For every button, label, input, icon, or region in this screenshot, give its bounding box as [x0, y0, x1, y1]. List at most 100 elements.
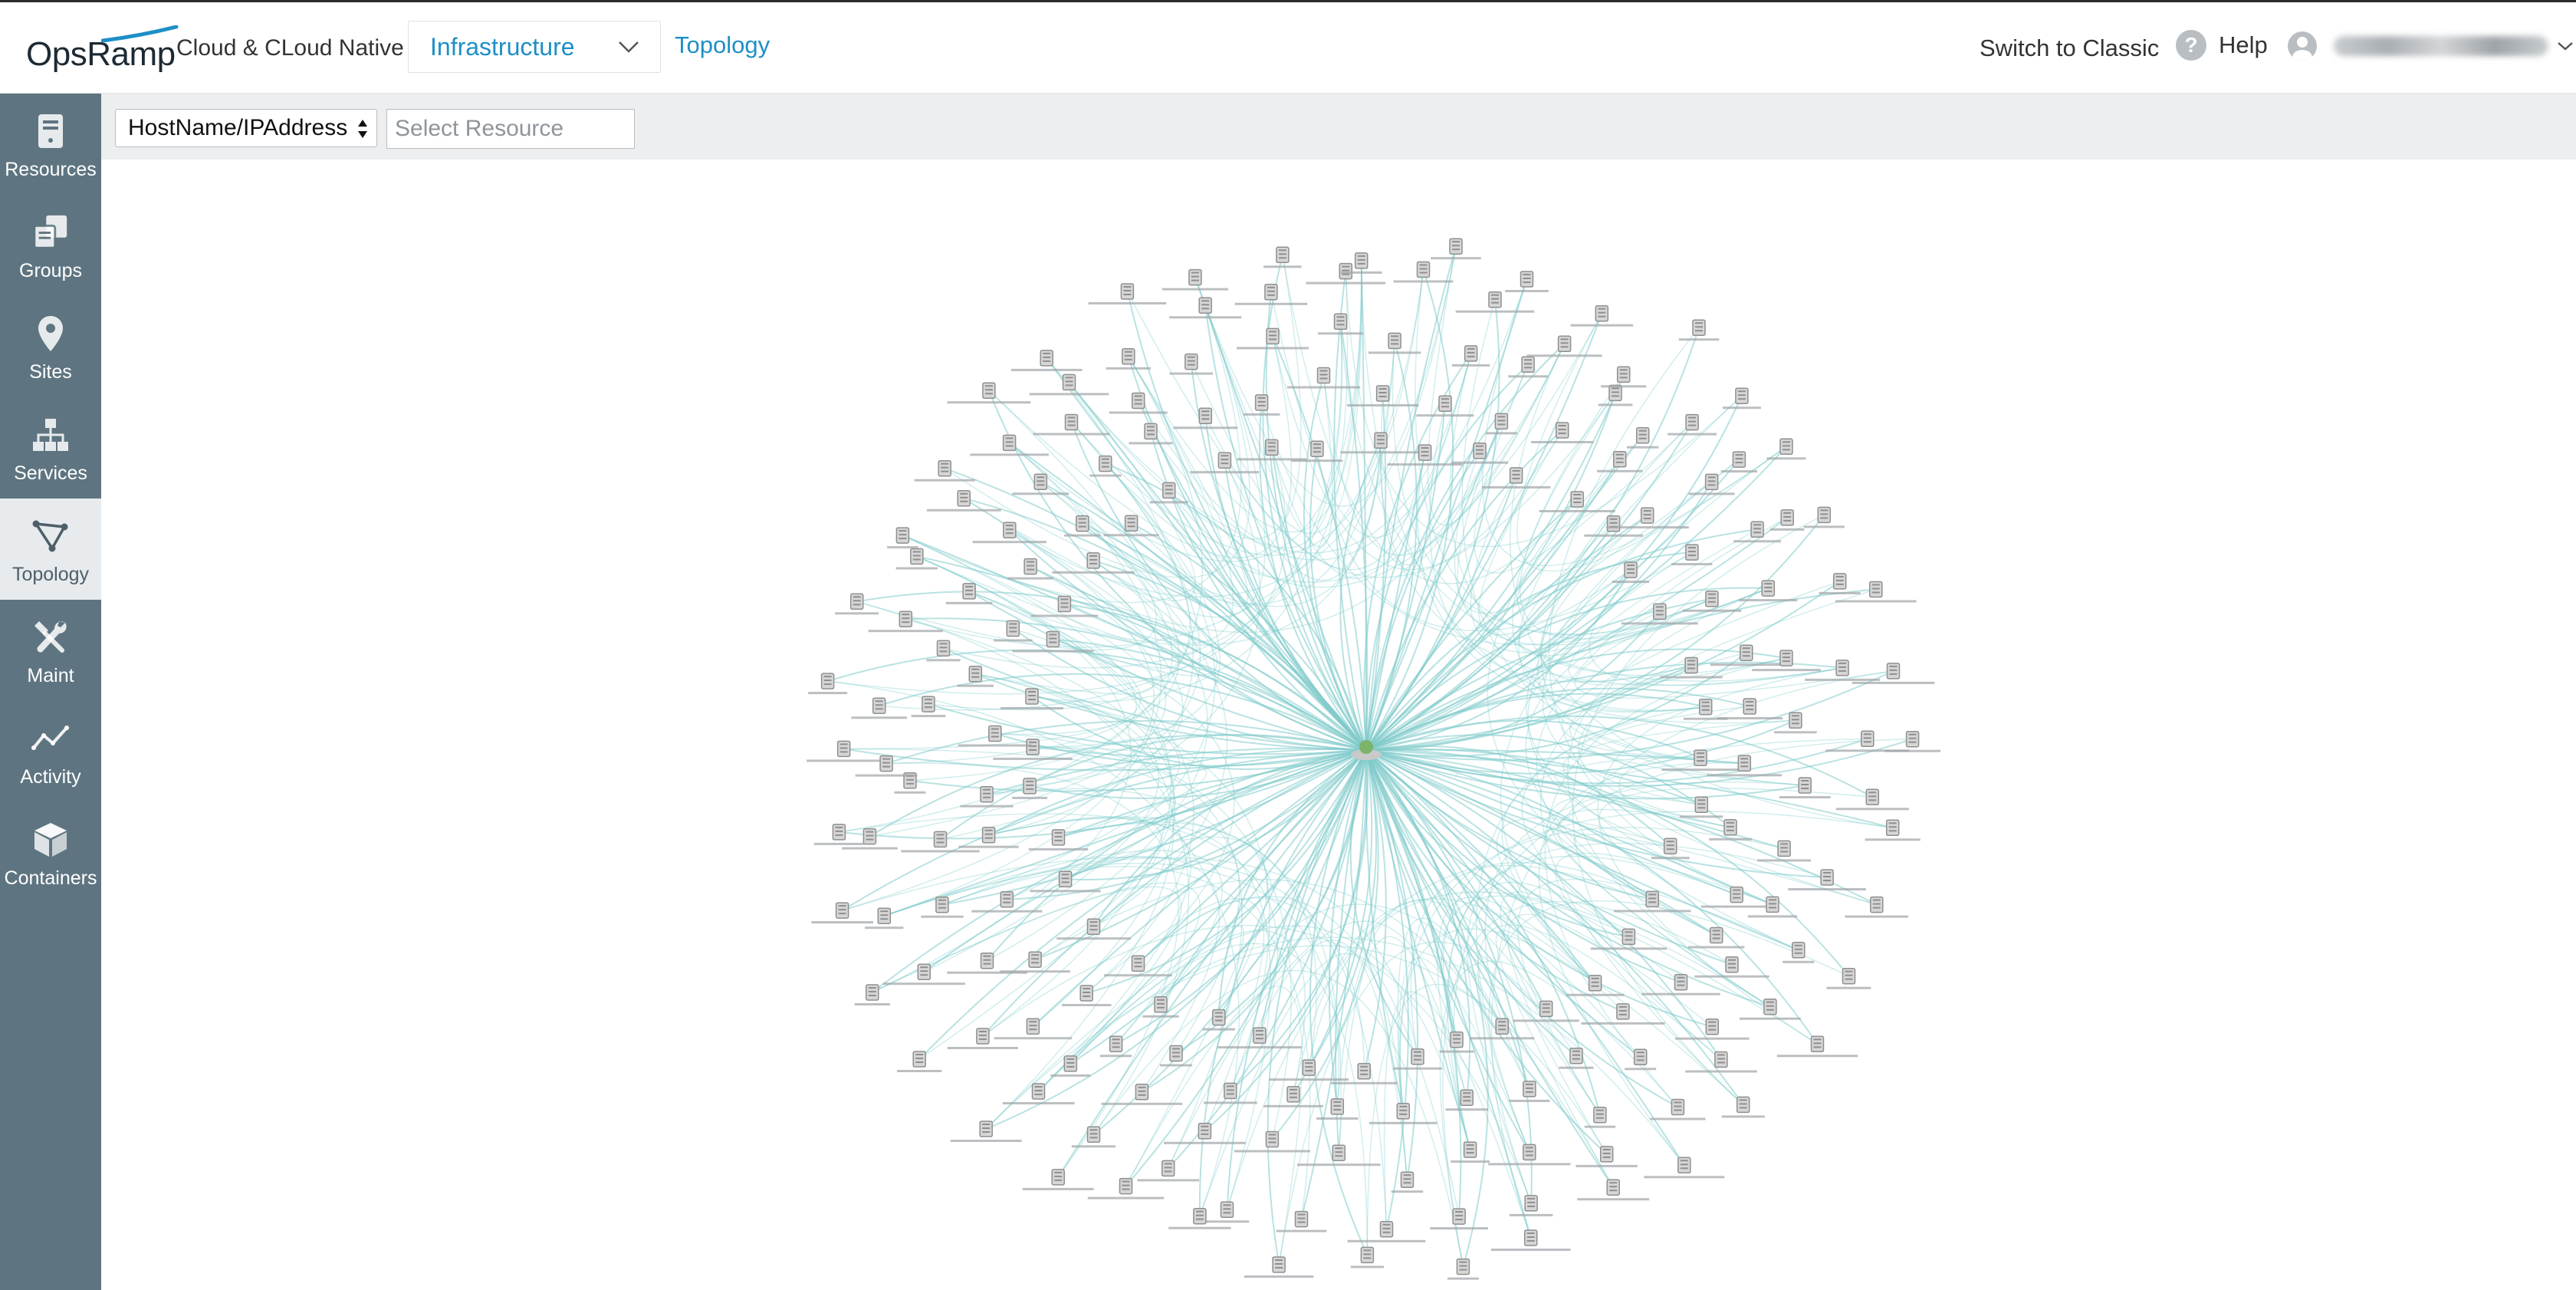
topology-server-node[interactable] — [1106, 348, 1151, 370]
topology-server-node[interactable] — [1393, 261, 1454, 283]
topology-server-node[interactable] — [1570, 304, 1634, 327]
topology-server-node[interactable] — [1598, 384, 1633, 406]
topology-server-node[interactable] — [1776, 1035, 1858, 1058]
search-attribute-select[interactable]: HostName/IPAddress — [115, 109, 377, 147]
topology-server-node[interactable] — [1680, 796, 1723, 818]
topology-server-node[interactable] — [1845, 896, 1909, 918]
topology-server-node[interactable] — [1721, 1096, 1765, 1118]
infrastructure-dropdown[interactable]: Infrastructure — [408, 21, 661, 73]
topology-server-node[interactable] — [1162, 268, 1228, 291]
help-button[interactable]: ? Help — [2176, 30, 2268, 61]
topology-server-node[interactable] — [1276, 1210, 1327, 1232]
topology-server-node[interactable] — [1202, 1009, 1235, 1031]
topology-server-node[interactable] — [1451, 345, 1490, 367]
topology-server-node[interactable] — [1350, 1246, 1385, 1269]
topology-server-node[interactable] — [1089, 455, 1122, 477]
topology-server-node[interactable] — [1509, 1195, 1553, 1216]
topology-server-node[interactable] — [813, 824, 865, 845]
topology-server-node[interactable] — [1700, 886, 1773, 908]
sidebar-item-maint[interactable]: Maint — [0, 600, 101, 701]
user-menu[interactable] — [2288, 31, 2574, 61]
topology-server-node[interactable] — [1236, 327, 1309, 350]
topology-server-node[interactable] — [1752, 650, 1821, 672]
topology-server-node[interactable] — [1010, 350, 1083, 371]
topology-server-node[interactable] — [811, 902, 873, 924]
topology-server-node[interactable] — [1169, 297, 1242, 319]
topology-server-node[interactable] — [1101, 1084, 1183, 1105]
topology-server-node[interactable] — [1650, 1098, 1706, 1121]
topology-server-node[interactable] — [897, 1051, 942, 1072]
topology-server-node[interactable] — [1416, 395, 1474, 417]
topology-server-node[interactable] — [1451, 442, 1508, 464]
topology-server-node[interactable] — [1029, 374, 1109, 396]
topology-server-node[interactable] — [1244, 1256, 1314, 1278]
topology-server-node[interactable] — [1030, 870, 1101, 893]
topology-server-node[interactable] — [1678, 319, 1720, 341]
topology-server-node[interactable] — [1644, 1157, 1725, 1179]
switch-to-classic-link[interactable]: Switch to Classic — [1980, 33, 2159, 64]
topology-server-node[interactable] — [1508, 356, 1548, 378]
topology-server-node[interactable] — [1577, 1179, 1650, 1201]
sidebar-item-activity[interactable]: Activity — [0, 701, 101, 802]
topology-server-node[interactable] — [1803, 506, 1845, 528]
topology-server-node[interactable] — [1770, 509, 1805, 531]
topology-server-node[interactable] — [1347, 1221, 1426, 1242]
topology-server-node[interactable] — [1625, 1048, 1657, 1071]
topology-server-node[interactable] — [1234, 284, 1308, 305]
topology-server-node[interactable] — [1088, 283, 1167, 304]
topology-server-node[interactable] — [1671, 544, 1713, 566]
topology-server-node[interactable] — [1566, 975, 1625, 996]
topology-server-node[interactable] — [901, 831, 980, 853]
topology-server-node[interactable] — [835, 593, 879, 615]
sidebar-item-sites[interactable]: Sites — [0, 296, 101, 397]
topology-server-node[interactable] — [1835, 788, 1909, 811]
topology-server-node[interactable] — [1576, 1146, 1638, 1167]
topology-nav-link[interactable]: Topology — [675, 30, 770, 61]
topology-server-node[interactable] — [1559, 1047, 1594, 1069]
topology-server-node[interactable] — [887, 527, 918, 549]
topology-server-node[interactable] — [1505, 271, 1549, 292]
topology-server-node[interactable] — [947, 382, 1031, 404]
select-resource-input[interactable] — [386, 109, 635, 149]
sidebar-item-resources[interactable]: Resources — [0, 94, 101, 195]
topology-server-node[interactable] — [842, 828, 898, 850]
topology-server-node[interactable] — [807, 740, 882, 762]
topology-server-node[interactable] — [911, 696, 946, 718]
topology-server-node[interactable] — [1826, 967, 1871, 989]
topology-canvas[interactable] — [101, 160, 2576, 1290]
topology-server-node[interactable] — [1490, 1229, 1571, 1251]
topology-server-node[interactable] — [1509, 1081, 1550, 1102]
sidebar-item-services[interactable]: Services — [0, 397, 101, 499]
topology-server-node[interactable] — [854, 984, 890, 1005]
topology-server-node[interactable] — [1022, 1169, 1094, 1190]
topology-server-node[interactable] — [1137, 1160, 1200, 1182]
topology-server-node[interactable] — [1431, 238, 1481, 260]
topology-server-node[interactable] — [1526, 335, 1602, 357]
topology-server-node[interactable] — [1204, 1201, 1250, 1223]
topology-server-node[interactable] — [1739, 580, 1798, 602]
topology-server-node[interactable] — [971, 890, 1043, 913]
topology-server-node[interactable] — [994, 1018, 1073, 1040]
topology-server-node[interactable] — [1722, 387, 1761, 410]
topology-server-node[interactable] — [1447, 1258, 1479, 1280]
topology-server-node[interactable] — [1263, 246, 1302, 268]
topology-server-node[interactable] — [1007, 558, 1053, 580]
topology-server-node[interactable] — [1169, 353, 1214, 375]
opsramp-logo[interactable]: OpsRamp — [26, 25, 179, 71]
topology-graph[interactable] — [101, 160, 2576, 1290]
topology-server-node[interactable] — [972, 522, 1046, 544]
sidebar-item-groups[interactable]: Groups — [0, 195, 101, 296]
topology-server-node[interactable] — [914, 459, 975, 482]
sidebar-item-topology[interactable]: Topology — [0, 499, 101, 600]
topology-server-node[interactable] — [1884, 730, 1940, 752]
topology-server-node[interactable] — [958, 725, 1032, 747]
topology-server-node[interactable] — [950, 1121, 1022, 1142]
topology-server-node[interactable] — [1601, 366, 1647, 388]
topology-server-node[interactable] — [851, 697, 907, 719]
topology-server-node[interactable] — [1488, 1144, 1571, 1166]
sidebar-item-containers[interactable]: Containers — [0, 802, 101, 903]
topology-server-node[interactable] — [1297, 1144, 1381, 1167]
topology-server-node[interactable] — [926, 490, 1001, 512]
topology-server-node[interactable] — [1430, 1208, 1488, 1230]
topology-server-node[interactable] — [1087, 1177, 1165, 1200]
